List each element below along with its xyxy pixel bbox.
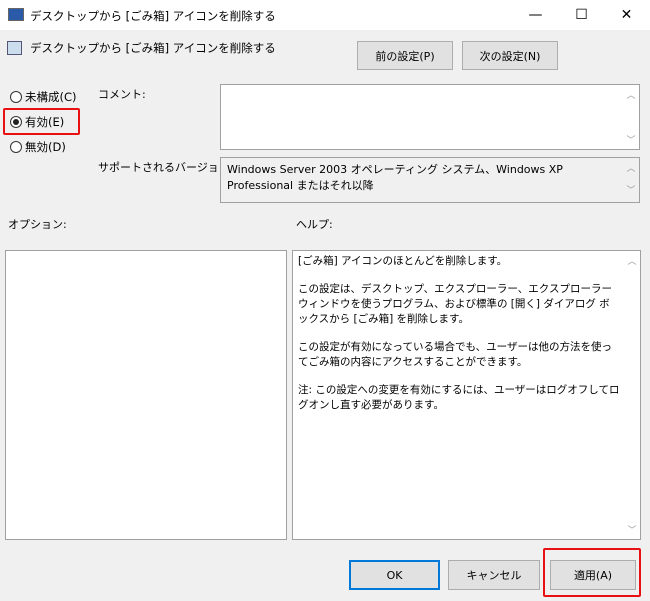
prev-setting-button[interactable]: 前の設定(P) <box>357 41 453 70</box>
radio-not-configured[interactable]: 未構成(C) <box>10 89 77 105</box>
next-setting-button[interactable]: 次の設定(N) <box>462 41 558 70</box>
maximize-button[interactable]: ☐ <box>559 0 604 30</box>
policy-icon <box>7 41 22 55</box>
comment-input[interactable]: ︿ ﹀ <box>220 84 640 150</box>
radio-circle <box>10 91 22 103</box>
ok-button[interactable]: OK <box>349 560 440 590</box>
supported-label: サポートされるバージョン: <box>98 161 234 174</box>
radio-enabled[interactable]: 有効(E) <box>10 114 64 130</box>
help-paragraph: 注: この設定への変更を有効にするには、ユーザーはログオフしてログオンし直す必要… <box>298 384 620 411</box>
supported-box: Windows Server 2003 オペレーティング システム、Window… <box>220 157 640 203</box>
title-bar: デスクトップから [ごみ箱] アイコンを削除する — ☐ ✕ <box>0 0 650 30</box>
options-panel <box>5 250 287 540</box>
supported-value: Windows Server 2003 オペレーティング システム、Window… <box>227 163 563 192</box>
radio-circle <box>10 116 22 128</box>
radio-circle <box>10 141 22 153</box>
minimize-button[interactable]: — <box>513 0 558 30</box>
app-icon <box>8 8 24 21</box>
close-button[interactable]: ✕ <box>604 0 649 30</box>
cancel-button[interactable]: キャンセル <box>448 560 540 590</box>
policy-title: デスクトップから [ごみ箱] アイコンを削除する <box>30 41 276 55</box>
help-paragraph: [ごみ箱] アイコンのほとんどを削除します。 <box>298 255 508 267</box>
window-title: デスクトップから [ごみ箱] アイコンを削除する <box>30 9 276 23</box>
radio-label: 有効(E) <box>25 115 65 129</box>
help-panel: [ごみ箱] アイコンのほとんどを削除します。 この設定は、デスクトップ、エクスプ… <box>292 250 641 540</box>
scrollbar[interactable]: ︿ ﹀ <box>623 158 639 202</box>
scrollbar[interactable]: ︿ ﹀ <box>623 85 639 149</box>
highlight-box <box>543 548 641 597</box>
help-paragraph: この設定が有効になっている場合でも、ユーザーは他の方法を使ってごみ箱の内容にアク… <box>298 341 612 368</box>
radio-disabled[interactable]: 無効(D) <box>10 139 66 155</box>
comment-label: コメント: <box>98 88 146 101</box>
radio-label: 無効(D) <box>25 140 66 154</box>
help-label: ヘルプ: <box>296 218 333 231</box>
help-paragraph: この設定は、デスクトップ、エクスプローラー、エクスプローラー ウィンドウを使うプ… <box>298 283 612 325</box>
options-label: オプション: <box>8 218 67 231</box>
radio-label: 未構成(C) <box>25 90 77 104</box>
scrollbar[interactable]: ︿ ﹀ <box>624 251 640 539</box>
